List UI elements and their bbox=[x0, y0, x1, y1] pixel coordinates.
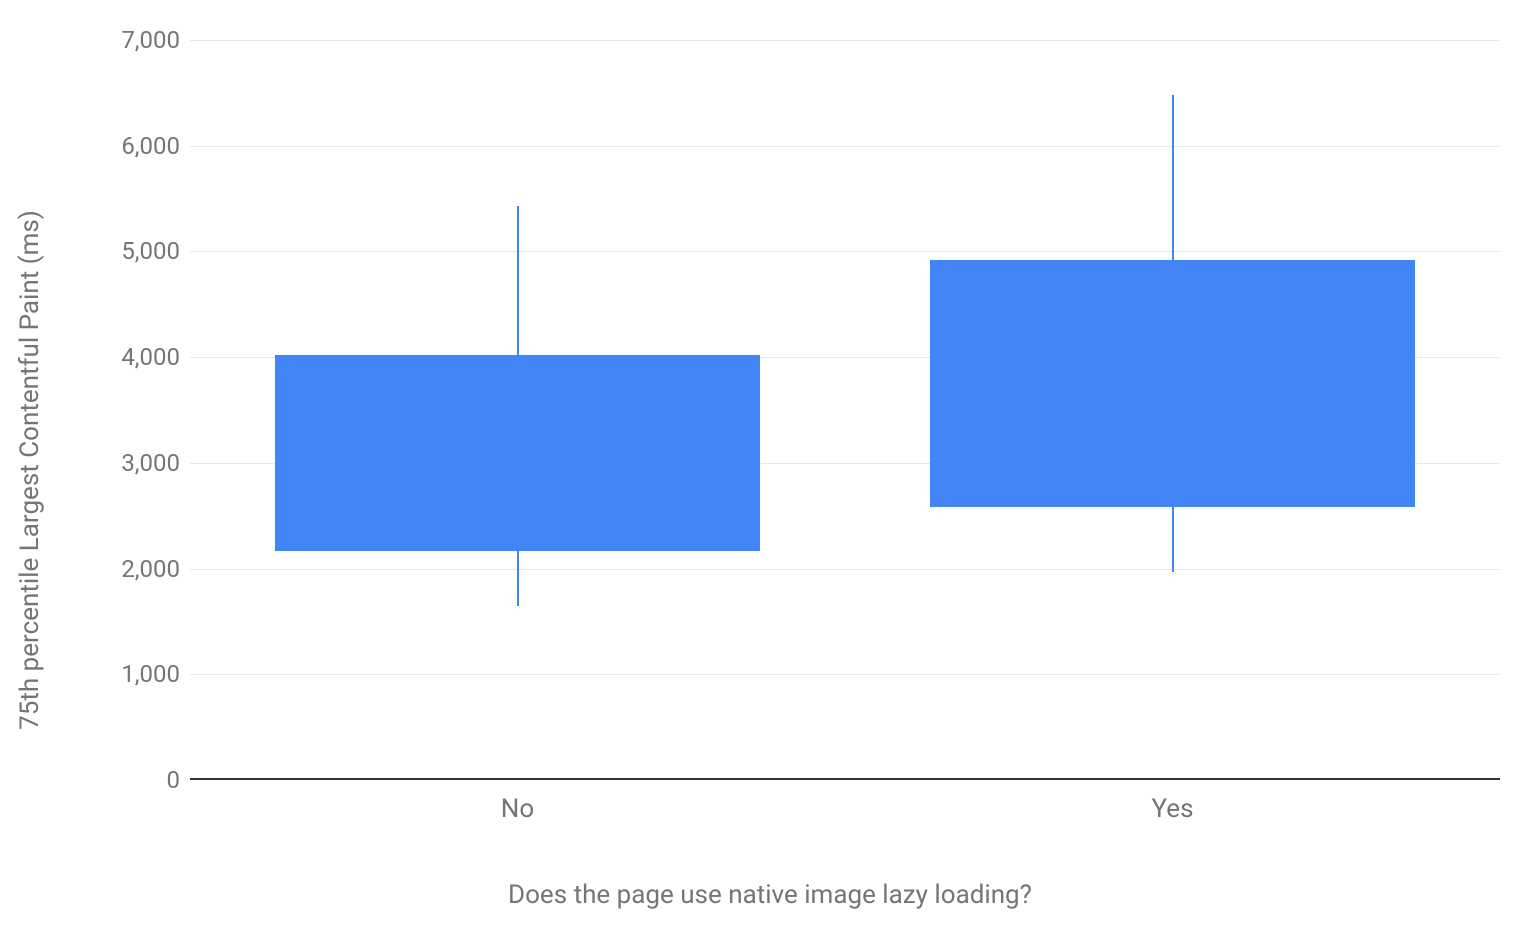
y-tick-label: 1,000 bbox=[121, 660, 180, 688]
y-tick-label: 2,000 bbox=[121, 555, 180, 583]
y-tick-label: 6,000 bbox=[121, 132, 180, 160]
gridline bbox=[190, 146, 1500, 147]
x-tick-label: No bbox=[501, 794, 534, 824]
gridline bbox=[190, 569, 1500, 570]
plot-area: 01,0002,0003,0004,0005,0006,0007,000NoYe… bbox=[190, 40, 1500, 780]
x-axis-line bbox=[190, 778, 1500, 780]
gridline bbox=[190, 40, 1500, 41]
box bbox=[275, 355, 760, 551]
box-plot-chart: 75th percentile Largest Contentful Paint… bbox=[0, 0, 1540, 940]
y-axis-title: 75th percentile Largest Contentful Paint… bbox=[15, 210, 45, 730]
x-axis-title: Does the page use native image lazy load… bbox=[0, 880, 1540, 910]
y-tick-label: 0 bbox=[167, 766, 181, 794]
y-tick-label: 3,000 bbox=[121, 449, 180, 477]
gridline bbox=[190, 674, 1500, 675]
box bbox=[930, 260, 1415, 507]
y-tick-label: 7,000 bbox=[121, 26, 180, 54]
x-tick-label: Yes bbox=[1152, 794, 1194, 824]
y-tick-label: 5,000 bbox=[121, 237, 180, 265]
gridline bbox=[190, 251, 1500, 252]
y-tick-label: 4,000 bbox=[121, 343, 180, 371]
